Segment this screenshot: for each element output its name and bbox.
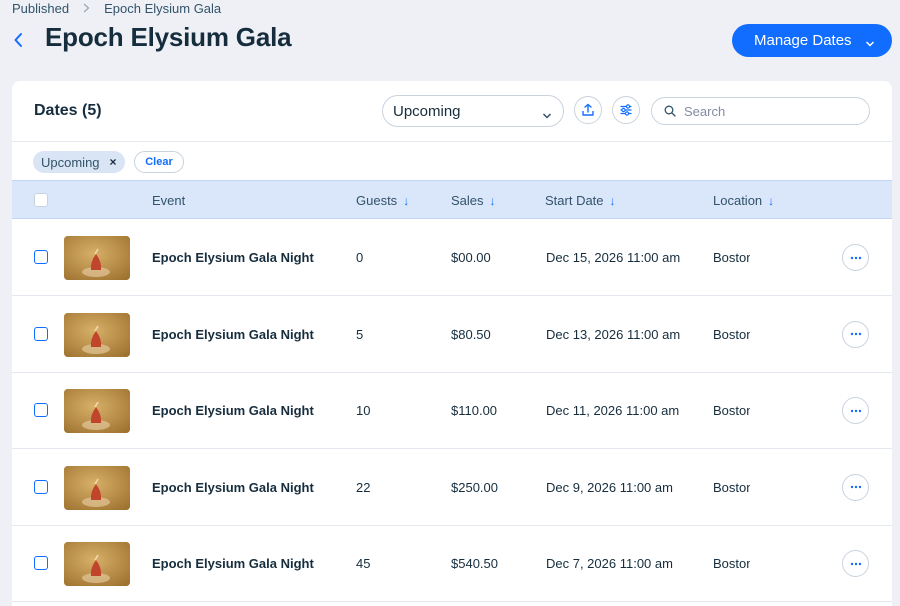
sort-arrow-icon: ↓ bbox=[768, 193, 775, 208]
page-title: Epoch Elysium Gala bbox=[45, 22, 292, 52]
sales-amount: $540.50 bbox=[451, 556, 498, 571]
sliders-icon bbox=[619, 103, 633, 117]
guest-count: 10 bbox=[356, 403, 371, 418]
start-date: Dec 13, 2026 11:00 am bbox=[546, 326, 681, 342]
back-icon[interactable] bbox=[8, 28, 28, 52]
more-actions-button[interactable] bbox=[842, 397, 869, 424]
active-filters: Upcoming × Clear bbox=[12, 143, 892, 180]
location: Boston bbox=[713, 403, 750, 418]
guest-count: 22 bbox=[356, 479, 371, 495]
start-date: Dec 7, 2026 11:00 am bbox=[546, 556, 673, 571]
more-horizontal-icon bbox=[850, 485, 862, 489]
search-field[interactable] bbox=[651, 97, 870, 125]
row-checkbox[interactable] bbox=[34, 326, 48, 341]
more-horizontal-icon bbox=[850, 409, 862, 413]
select-all-checkbox[interactable] bbox=[34, 193, 48, 207]
dates-card: Dates (5) Upcoming Upcoming bbox=[12, 81, 892, 606]
table-row[interactable]: Epoch Elysium Gala Night 10 $110.00 Dec … bbox=[12, 373, 892, 449]
more-actions-button[interactable] bbox=[842, 320, 869, 348]
guest-count: 0 bbox=[356, 250, 364, 265]
event-name[interactable]: Epoch Elysium Gala Night bbox=[152, 250, 314, 265]
search-icon bbox=[664, 105, 676, 117]
event-thumbnail bbox=[64, 312, 130, 357]
location: Boston bbox=[713, 250, 750, 265]
table-row[interactable]: Epoch Elysium Gala Night 22 $250.00 Dec … bbox=[12, 450, 892, 526]
start-date: Dec 11, 2026 11:00 am bbox=[546, 403, 680, 418]
table-row[interactable]: Epoch Elysium Gala Night 0 $00.00 Dec 15… bbox=[12, 220, 892, 296]
breadcrumb-current: Epoch Elysium Gala bbox=[104, 0, 222, 16]
clear-filters-button[interactable]: Clear bbox=[134, 151, 184, 173]
more-horizontal-icon bbox=[850, 562, 862, 566]
location: Boston bbox=[713, 479, 750, 495]
export-button[interactable] bbox=[574, 96, 602, 124]
column-sales[interactable]: Sales ↓ bbox=[451, 193, 496, 208]
table-row[interactable]: Epoch Elysium Gala Night 5 $80.50 Dec 13… bbox=[12, 297, 892, 373]
sort-arrow-icon: ↓ bbox=[609, 193, 616, 208]
sales-amount: $80.50 bbox=[451, 326, 491, 342]
row-checkbox[interactable] bbox=[34, 479, 48, 494]
breadcrumb: Published Epoch Elysium Gala bbox=[12, 0, 221, 16]
event-name[interactable]: Epoch Elysium Gala Night bbox=[152, 480, 314, 495]
breadcrumb-separator-icon bbox=[83, 1, 90, 16]
sort-arrow-icon: ↓ bbox=[489, 193, 496, 208]
guest-count: 5 bbox=[356, 326, 364, 342]
dates-title: Dates (5) bbox=[34, 102, 102, 119]
more-horizontal-icon bbox=[850, 256, 862, 260]
card-header: Dates (5) Upcoming bbox=[12, 81, 892, 142]
start-date: Dec 15, 2026 11:00 am bbox=[546, 250, 681, 265]
start-date: Dec 9, 2026 11:00 am bbox=[546, 479, 673, 495]
sales-amount: $110.00 bbox=[451, 403, 498, 418]
more-actions-button[interactable] bbox=[842, 473, 869, 501]
table-header: Event Guests ↓ Sales ↓ Start Date ↓ Locatio… bbox=[12, 180, 892, 219]
more-horizontal-icon bbox=[850, 332, 862, 336]
location: Boston bbox=[713, 556, 750, 571]
event-thumbnail bbox=[64, 389, 130, 433]
manage-dates-button[interactable]: Manage Dates bbox=[732, 24, 892, 57]
sort-arrow-icon: ↓ bbox=[403, 193, 410, 208]
column-guests[interactable]: Guests ↓ bbox=[356, 193, 409, 208]
event-name[interactable]: Epoch Elysium Gala Night bbox=[152, 327, 314, 342]
event-thumbnail bbox=[64, 542, 130, 586]
column-event: Event bbox=[152, 193, 186, 208]
event-name[interactable]: Epoch Elysium Gala Night bbox=[152, 403, 314, 418]
row-checkbox[interactable] bbox=[34, 556, 48, 570]
row-checkbox[interactable] bbox=[34, 250, 48, 264]
event-thumbnail bbox=[64, 465, 130, 510]
search-input[interactable] bbox=[684, 103, 854, 119]
customize-columns-button[interactable] bbox=[612, 96, 640, 124]
manage-dates-label: Manage Dates bbox=[754, 32, 852, 49]
column-start-date[interactable]: Start Date ↓ bbox=[545, 193, 616, 208]
filter-tag-upcoming: Upcoming × bbox=[33, 151, 125, 173]
sales-amount: $00.00 bbox=[451, 250, 491, 265]
date-filter-select[interactable]: Upcoming bbox=[382, 95, 564, 127]
sales-amount: $250.00 bbox=[451, 479, 498, 495]
more-actions-button[interactable] bbox=[842, 550, 869, 577]
upload-icon bbox=[581, 103, 595, 117]
location: Boston bbox=[713, 326, 750, 342]
guest-count: 45 bbox=[356, 556, 371, 571]
breadcrumb-parent[interactable]: Published bbox=[12, 1, 69, 16]
chevron-down-icon bbox=[865, 35, 875, 52]
event-thumbnail bbox=[64, 236, 130, 280]
table-row[interactable]: Epoch Elysium Gala Night 45 $540.50 Dec … bbox=[12, 526, 892, 602]
row-checkbox[interactable] bbox=[34, 403, 48, 417]
chevron-down-icon bbox=[542, 107, 552, 124]
column-location[interactable]: Location ↓ bbox=[713, 193, 774, 208]
event-name[interactable]: Epoch Elysium Gala Night bbox=[152, 556, 314, 571]
close-icon[interactable]: × bbox=[110, 155, 117, 169]
filter-tag-label: Upcoming bbox=[41, 154, 100, 170]
more-actions-button[interactable] bbox=[842, 244, 869, 271]
date-filter-value: Upcoming bbox=[393, 102, 461, 120]
